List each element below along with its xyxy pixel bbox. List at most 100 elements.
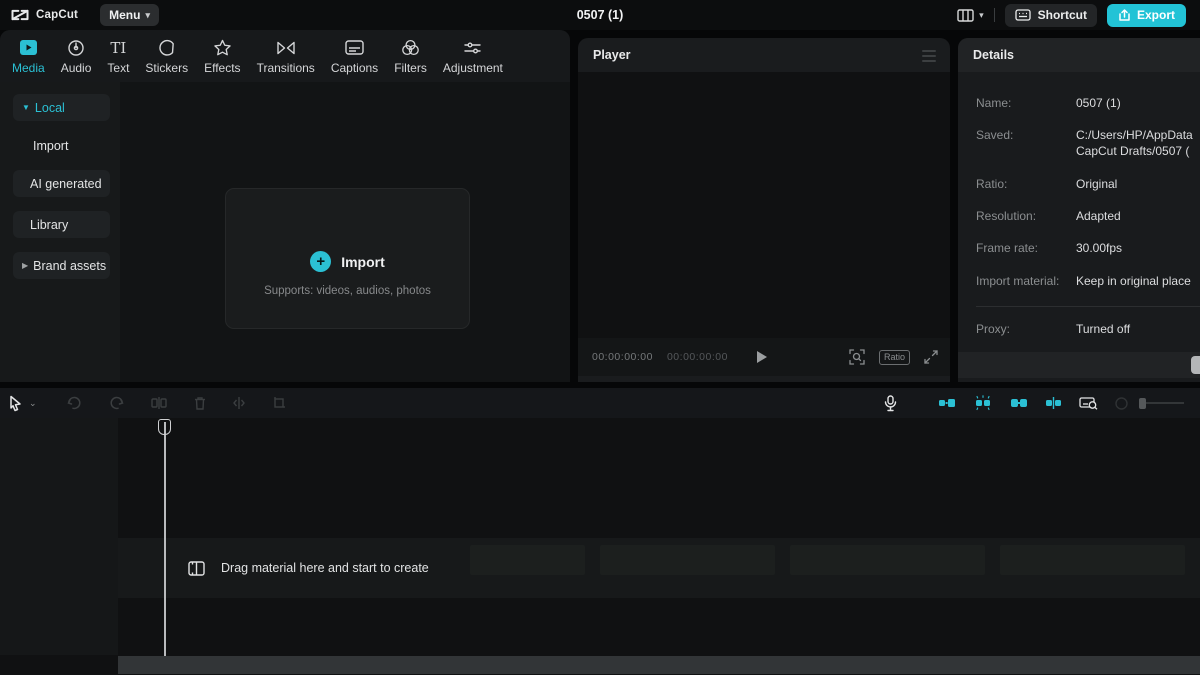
tab-filters[interactable]: Filters	[386, 30, 435, 82]
redo-icon[interactable]	[109, 388, 124, 418]
tab-label: Adjustment	[443, 61, 503, 75]
capcut-logo-icon	[10, 8, 30, 22]
tab-label: Audio	[61, 61, 92, 75]
detail-label: Proxy:	[976, 322, 1010, 336]
filters-icon	[401, 38, 420, 58]
player-panel-title: Player	[593, 48, 631, 62]
shortcut-label: Shortcut	[1038, 8, 1087, 22]
modify-button-fragment[interactable]	[1191, 356, 1200, 374]
tab-label: Media	[12, 61, 45, 75]
ratio-button[interactable]: Ratio	[879, 350, 910, 365]
top-bar: CapCut Menu ▾ 0507 (1) ▾ Shortcut	[0, 0, 1200, 30]
current-timecode: 00:00:00:00	[592, 351, 653, 363]
sidebar-item-local[interactable]: ▼ Local	[13, 94, 110, 121]
zoom-out-icon[interactable]	[1115, 388, 1128, 418]
fullscreen-icon[interactable]	[924, 350, 938, 364]
playhead-handle[interactable]	[158, 419, 171, 435]
cursor-chevron-down-icon[interactable]: ⌄	[29, 388, 37, 418]
tab-captions[interactable]: Captions	[323, 30, 386, 82]
import-dropzone[interactable]: + Import Supports: videos, audios, photo…	[225, 188, 470, 329]
detail-value: Keep in original place	[1076, 274, 1200, 288]
timeline-toolbar: ⌄	[0, 388, 1200, 418]
transitions-icon	[276, 38, 296, 58]
detail-value: 30.00fps	[1076, 241, 1200, 255]
tab-stickers[interactable]: Stickers	[137, 30, 196, 82]
tab-label: Effects	[204, 61, 240, 75]
keyboard-icon	[1015, 9, 1031, 21]
sidebar-item-import[interactable]: Import	[13, 132, 110, 159]
preview-axis-toggle[interactable]	[1045, 388, 1062, 418]
menu-button[interactable]: Menu ▾	[100, 4, 159, 26]
crop-icon[interactable]	[272, 388, 286, 418]
layout-icon	[957, 9, 974, 22]
detail-value: 0507 (1)	[1076, 96, 1200, 110]
tab-media[interactable]: Media	[4, 30, 53, 82]
chevron-down-icon: ▾	[145, 10, 150, 21]
sidebar-item-label: Local	[35, 101, 65, 115]
track-placeholder	[790, 545, 985, 575]
zoom-slider-thumb[interactable]	[1139, 398, 1146, 409]
capcut-logo: CapCut	[10, 8, 78, 22]
detail-label: Ratio:	[976, 177, 1007, 191]
effects-star-icon	[213, 38, 232, 58]
tab-adjustment[interactable]: Adjustment	[435, 30, 511, 82]
link-clips-toggle[interactable]	[1010, 388, 1028, 418]
tab-text[interactable]: TI Text	[99, 30, 137, 82]
player-panel: Player 00:00:00:00 00:00:00:00 Ratio	[578, 38, 950, 382]
tab-audio[interactable]: Audio	[53, 30, 100, 82]
workspace-layout-button[interactable]: ▾	[957, 9, 984, 22]
tab-label: Captions	[331, 61, 378, 75]
shortcut-button[interactable]: Shortcut	[1005, 4, 1097, 27]
sidebar-item-label: Brand assets	[33, 259, 106, 273]
zoom-slider-track	[1146, 402, 1184, 404]
sidebar-item-brand-assets[interactable]: ▶ Brand assets	[13, 252, 110, 279]
tab-effects[interactable]: Effects	[196, 30, 248, 82]
tab-label: Transitions	[257, 61, 315, 75]
tab-label: Filters	[394, 61, 427, 75]
delete-icon[interactable]	[194, 388, 206, 418]
timeline-area[interactable]: Drag material here and start to create	[0, 418, 1200, 675]
sticker-icon	[158, 38, 176, 58]
snap-magnet-toggle[interactable]	[938, 388, 956, 418]
undo-icon[interactable]	[67, 388, 82, 418]
sidebar-item-label: AI generated	[30, 177, 102, 191]
record-voiceover-icon[interactable]	[884, 388, 897, 418]
main-track-row[interactable]: Drag material here and start to create	[118, 538, 1200, 598]
capcut-logo-text: CapCut	[36, 9, 78, 21]
auto-attach-toggle[interactable]	[973, 388, 993, 418]
track-height-zoom-icon[interactable]	[1079, 388, 1098, 418]
detail-value: Adapted	[1076, 209, 1200, 223]
detail-label: Saved:	[976, 128, 1013, 142]
detail-value: Original	[1076, 177, 1200, 191]
timeline-zoom-slider[interactable]	[1139, 398, 1184, 409]
sidebar-item-ai-generated[interactable]: AI generated	[13, 170, 110, 197]
empty-track-hint-text: Drag material here and start to create	[221, 561, 429, 575]
media-content-area: + Import Supports: videos, audios, photo…	[120, 82, 570, 382]
play-button[interactable]	[756, 338, 768, 376]
audio-icon	[67, 38, 85, 58]
track-header-column	[0, 418, 118, 655]
media-panel: Media Audio TI Text Stickers Effects	[0, 30, 570, 382]
mirror-icon[interactable]	[233, 388, 245, 418]
tab-transitions[interactable]: Transitions	[249, 30, 323, 82]
details-footer-bar	[958, 352, 1200, 378]
sidebar-item-library[interactable]: Library	[13, 211, 110, 238]
timeline-horizontal-scrollbar[interactable]	[118, 656, 1200, 674]
playhead-line	[164, 422, 166, 662]
triangle-down-icon: ▼	[22, 103, 30, 112]
select-cursor-button[interactable]	[8, 388, 23, 418]
export-button[interactable]: Export	[1107, 4, 1186, 27]
empty-track-hint: Drag material here and start to create	[188, 538, 429, 598]
split-icon[interactable]	[151, 388, 167, 418]
player-menu-icon[interactable]	[922, 50, 936, 62]
sidebar-item-label: Library	[30, 218, 68, 232]
detail-label: Resolution:	[976, 209, 1036, 223]
detail-label: Name:	[976, 96, 1011, 110]
sidebar-item-label: Import	[33, 139, 68, 153]
media-icon	[19, 38, 38, 58]
zoom-fit-icon[interactable]	[849, 349, 865, 365]
detail-value: C:/Users/HP/AppData	[1076, 128, 1200, 142]
menu-label: Menu	[109, 8, 140, 22]
tab-label: Stickers	[145, 61, 188, 75]
detail-value-line2: CapCut Drafts/0507 (	[1076, 144, 1200, 158]
